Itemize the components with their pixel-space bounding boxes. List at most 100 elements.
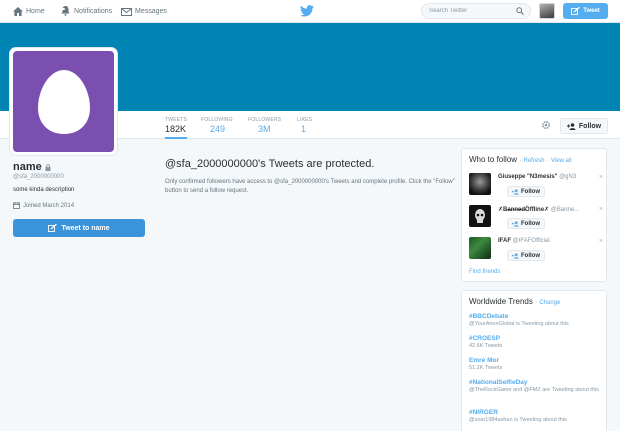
suggestion-handle: @Banne...: [550, 207, 580, 213]
trend-name: #NationalSelfieDay: [469, 379, 528, 386]
stat-following[interactable]: FOLLOWING 249: [201, 117, 233, 134]
stat-followers-value: 3M: [258, 124, 271, 134]
stat-followers-label: FOLLOWERS: [248, 117, 282, 123]
profile-name-row: name: [13, 161, 51, 173]
lock-icon: [45, 163, 51, 171]
who-to-follow-header: Who to follow · Refresh · View all: [469, 155, 572, 164]
trend-desc: @TheRockGame and @FMZ are Tweeting about…: [469, 387, 599, 393]
suggestion-follow-button[interactable]: Follow: [507, 218, 545, 229]
suggestion-item: Giuseppe "N3mesis" @gN3 Follow ×: [469, 173, 603, 201]
quill-icon: [48, 224, 58, 232]
separator-dot: ·: [546, 158, 549, 164]
nav-notifications[interactable]: Notifications: [59, 0, 113, 23]
stat-tweets[interactable]: TWEETS 182K: [165, 117, 188, 139]
avatar-background: [13, 51, 114, 152]
trend-desc: @YourAnonGlobal is Tweeting about this: [469, 321, 569, 327]
suggestion-handle: @IFAFOfficial: [512, 238, 550, 244]
search-icon[interactable]: [516, 7, 524, 15]
suggestion-name-row[interactable]: Giuseppe "N3mesis" @gN3: [498, 174, 576, 180]
who-to-follow-card: Who to follow · Refresh · View all Giuse…: [461, 148, 607, 282]
user-avatar-small[interactable]: [539, 3, 555, 19]
profile-bio: some kinda description: [13, 187, 75, 193]
suggestion-avatar[interactable]: [469, 173, 491, 195]
suggestion-name: IFAF: [498, 238, 511, 244]
gear-icon[interactable]: [541, 120, 551, 130]
who-to-follow-title: Who to follow: [469, 155, 518, 164]
add-user-icon: [512, 188, 519, 195]
nav-home-label: Home: [26, 8, 45, 15]
protected-body: Only confirmed followers have access to …: [165, 179, 455, 194]
suggestion-follow-label: Follow: [521, 220, 540, 227]
change-trends-link[interactable]: Change: [539, 300, 560, 306]
twitter-bird-icon[interactable]: [300, 5, 314, 17]
trends-header: Worldwide Trends · Change: [469, 297, 560, 306]
search-input[interactable]: [422, 4, 514, 18]
notifications-badge: [59, 7, 65, 10]
suggestion-avatar[interactable]: [469, 237, 491, 259]
dismiss-icon[interactable]: ×: [599, 174, 603, 181]
separator-dot: ·: [519, 158, 522, 164]
trend-desc: 51.2K Tweets: [469, 365, 503, 371]
stat-tweets-label: TWEETS: [165, 117, 188, 123]
stat-following-value: 249: [210, 124, 226, 134]
egg-icon: [37, 69, 90, 134]
protected-title: @sfa_2000000000's Tweets are protected.: [165, 158, 375, 170]
suggestion-name-row[interactable]: ✗B̶a̶n̶n̶e̶d̶Öffline✗ @Banne...: [498, 206, 579, 213]
find-friends-link[interactable]: Find friends: [469, 269, 500, 275]
suggestion-name-row[interactable]: IFAF @IFAFOfficial: [498, 238, 550, 244]
trend-name: #CROESP: [469, 335, 501, 342]
profile-avatar[interactable]: [10, 48, 117, 155]
home-icon: [13, 7, 23, 16]
stat-followers[interactable]: FOLLOWERS 3M: [248, 117, 281, 134]
suggestion-follow-label: Follow: [521, 252, 540, 259]
profile-name: name: [13, 161, 42, 173]
trend-desc: 42.6K Tweets: [469, 343, 503, 349]
nav-notifications-label: Notifications: [74, 8, 113, 15]
profile-joined-text: Joined March 2014: [23, 202, 75, 209]
trend-name: Emre Mor: [469, 357, 499, 364]
envelope-icon: [121, 7, 132, 16]
profile-joined: Joined March 2014: [13, 202, 74, 209]
add-user-icon: [566, 122, 576, 130]
nav-messages-label: Messages: [135, 8, 167, 15]
suggestion-name: ✗B̶a̶n̶n̶e̶d̶Öffline✗: [498, 207, 550, 213]
trend-item[interactable]: #CROESP 42.6K Tweets: [469, 335, 601, 350]
trend-item[interactable]: Emre Mor 51.2K Tweets: [469, 357, 601, 372]
stat-following-label: FOLLOWING: [201, 117, 233, 123]
stat-tweets-value: 182K: [165, 124, 187, 134]
trend-name: #NIRGER: [469, 409, 498, 416]
suggestion-follow-button[interactable]: Follow: [507, 250, 545, 261]
view-all-link[interactable]: View all: [551, 158, 572, 164]
dismiss-icon[interactable]: ×: [599, 206, 603, 213]
follow-button[interactable]: Follow: [560, 118, 608, 134]
suggestion-follow-button[interactable]: Follow: [507, 186, 545, 197]
follow-button-label: Follow: [578, 122, 602, 130]
separator-dot: ·: [535, 300, 538, 306]
nav-home[interactable]: Home: [13, 0, 45, 23]
top-nav-bar: Home Notifications Messages Tweet: [0, 0, 620, 23]
search-box: [421, 3, 531, 19]
suggestion-avatar[interactable]: [469, 205, 491, 227]
trend-item[interactable]: #NIRGER @soar1984ashan is Tweeting about…: [469, 409, 601, 424]
suggestion-name: Giuseppe "N3mesis": [498, 174, 558, 180]
trend-item[interactable]: #NationalSelfieDay @TheRockGame and @FMZ…: [469, 379, 601, 394]
trend-item[interactable]: #BBCDebate @YourAnonGlobal is Tweeting a…: [469, 313, 601, 328]
trend-name: #BBCDebate: [469, 313, 509, 320]
suggestion-handle: @gN3: [559, 174, 577, 180]
refresh-link[interactable]: Refresh: [524, 158, 545, 164]
suggestion-follow-label: Follow: [521, 188, 540, 195]
nav-messages[interactable]: Messages: [121, 0, 167, 23]
add-user-icon: [512, 252, 519, 259]
dismiss-icon[interactable]: ×: [599, 238, 603, 245]
profile-handle: @sfa_2000000000: [13, 174, 64, 180]
compose-tweet-button[interactable]: Tweet: [563, 3, 608, 19]
compose-tweet-label: Tweet: [583, 8, 600, 14]
stat-likes[interactable]: LIKES 1: [297, 117, 312, 134]
calendar-icon: [13, 202, 20, 209]
quill-icon: [571, 7, 581, 15]
add-user-icon: [512, 220, 519, 227]
suggestion-item: IFAF @IFAFOfficial Follow ×: [469, 237, 603, 265]
tweet-to-button[interactable]: Tweet to name: [13, 219, 145, 237]
stat-likes-value: 1: [301, 124, 307, 134]
suggestion-item: ✗B̶a̶n̶n̶e̶d̶Öffline✗ @Banne... Follow ×: [469, 205, 603, 233]
